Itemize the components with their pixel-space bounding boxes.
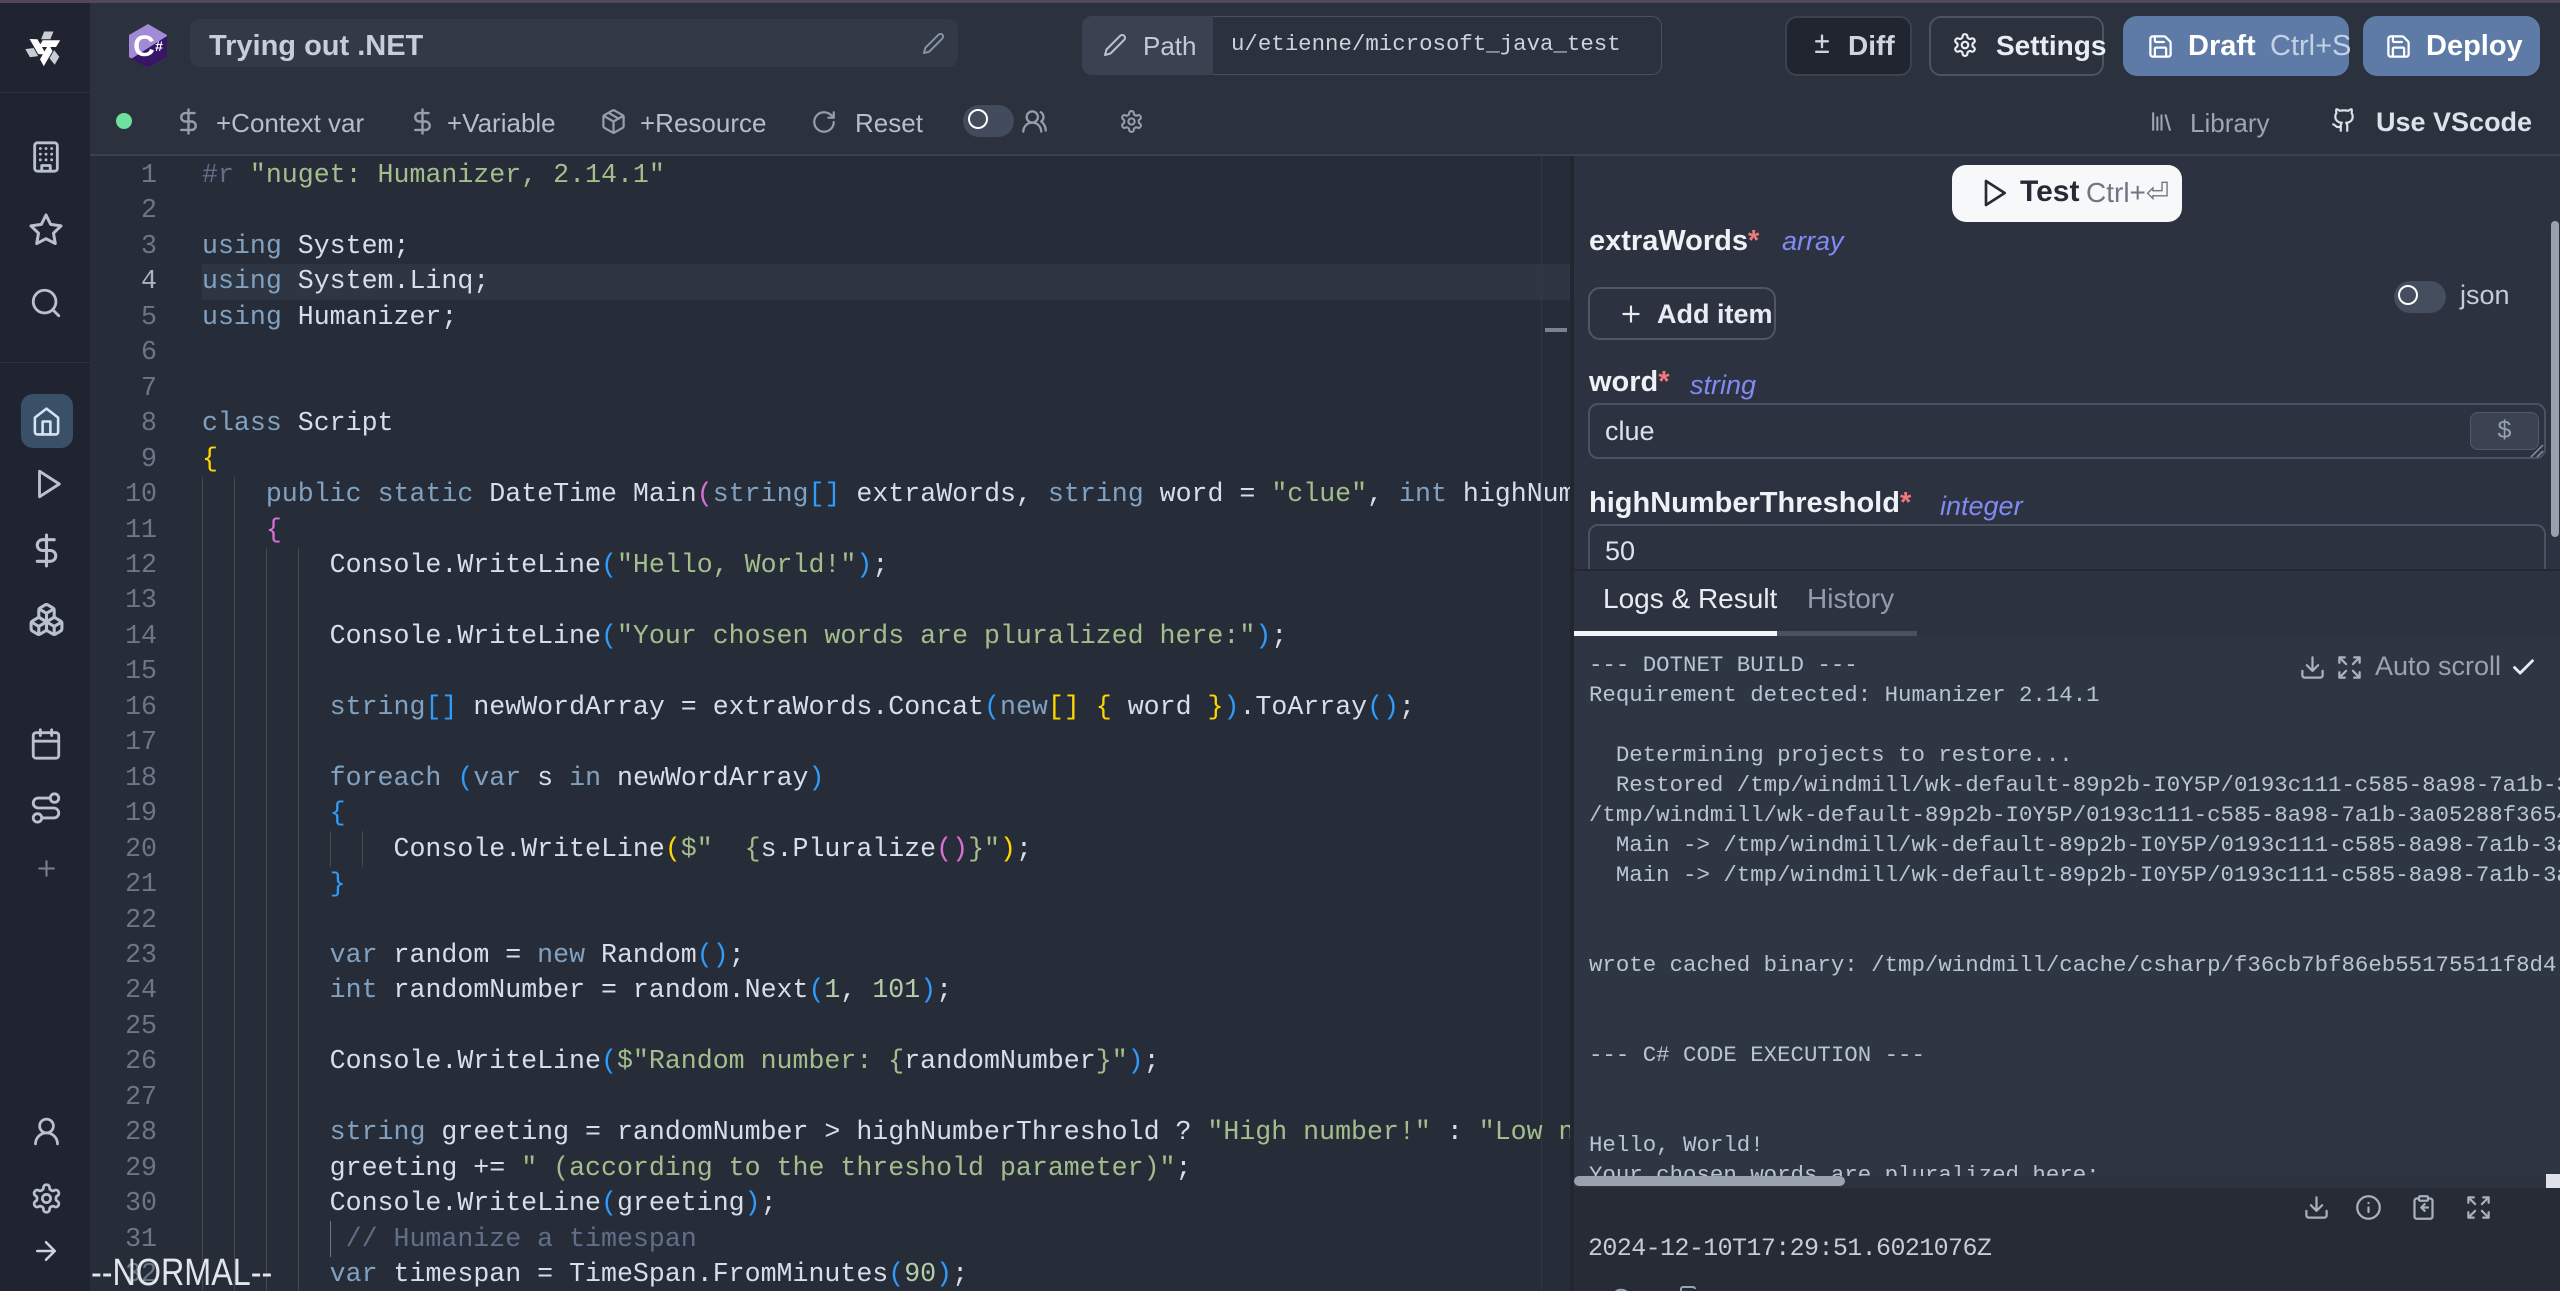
svg-text:C: C <box>133 30 155 63</box>
svg-text:#: # <box>155 38 163 54</box>
